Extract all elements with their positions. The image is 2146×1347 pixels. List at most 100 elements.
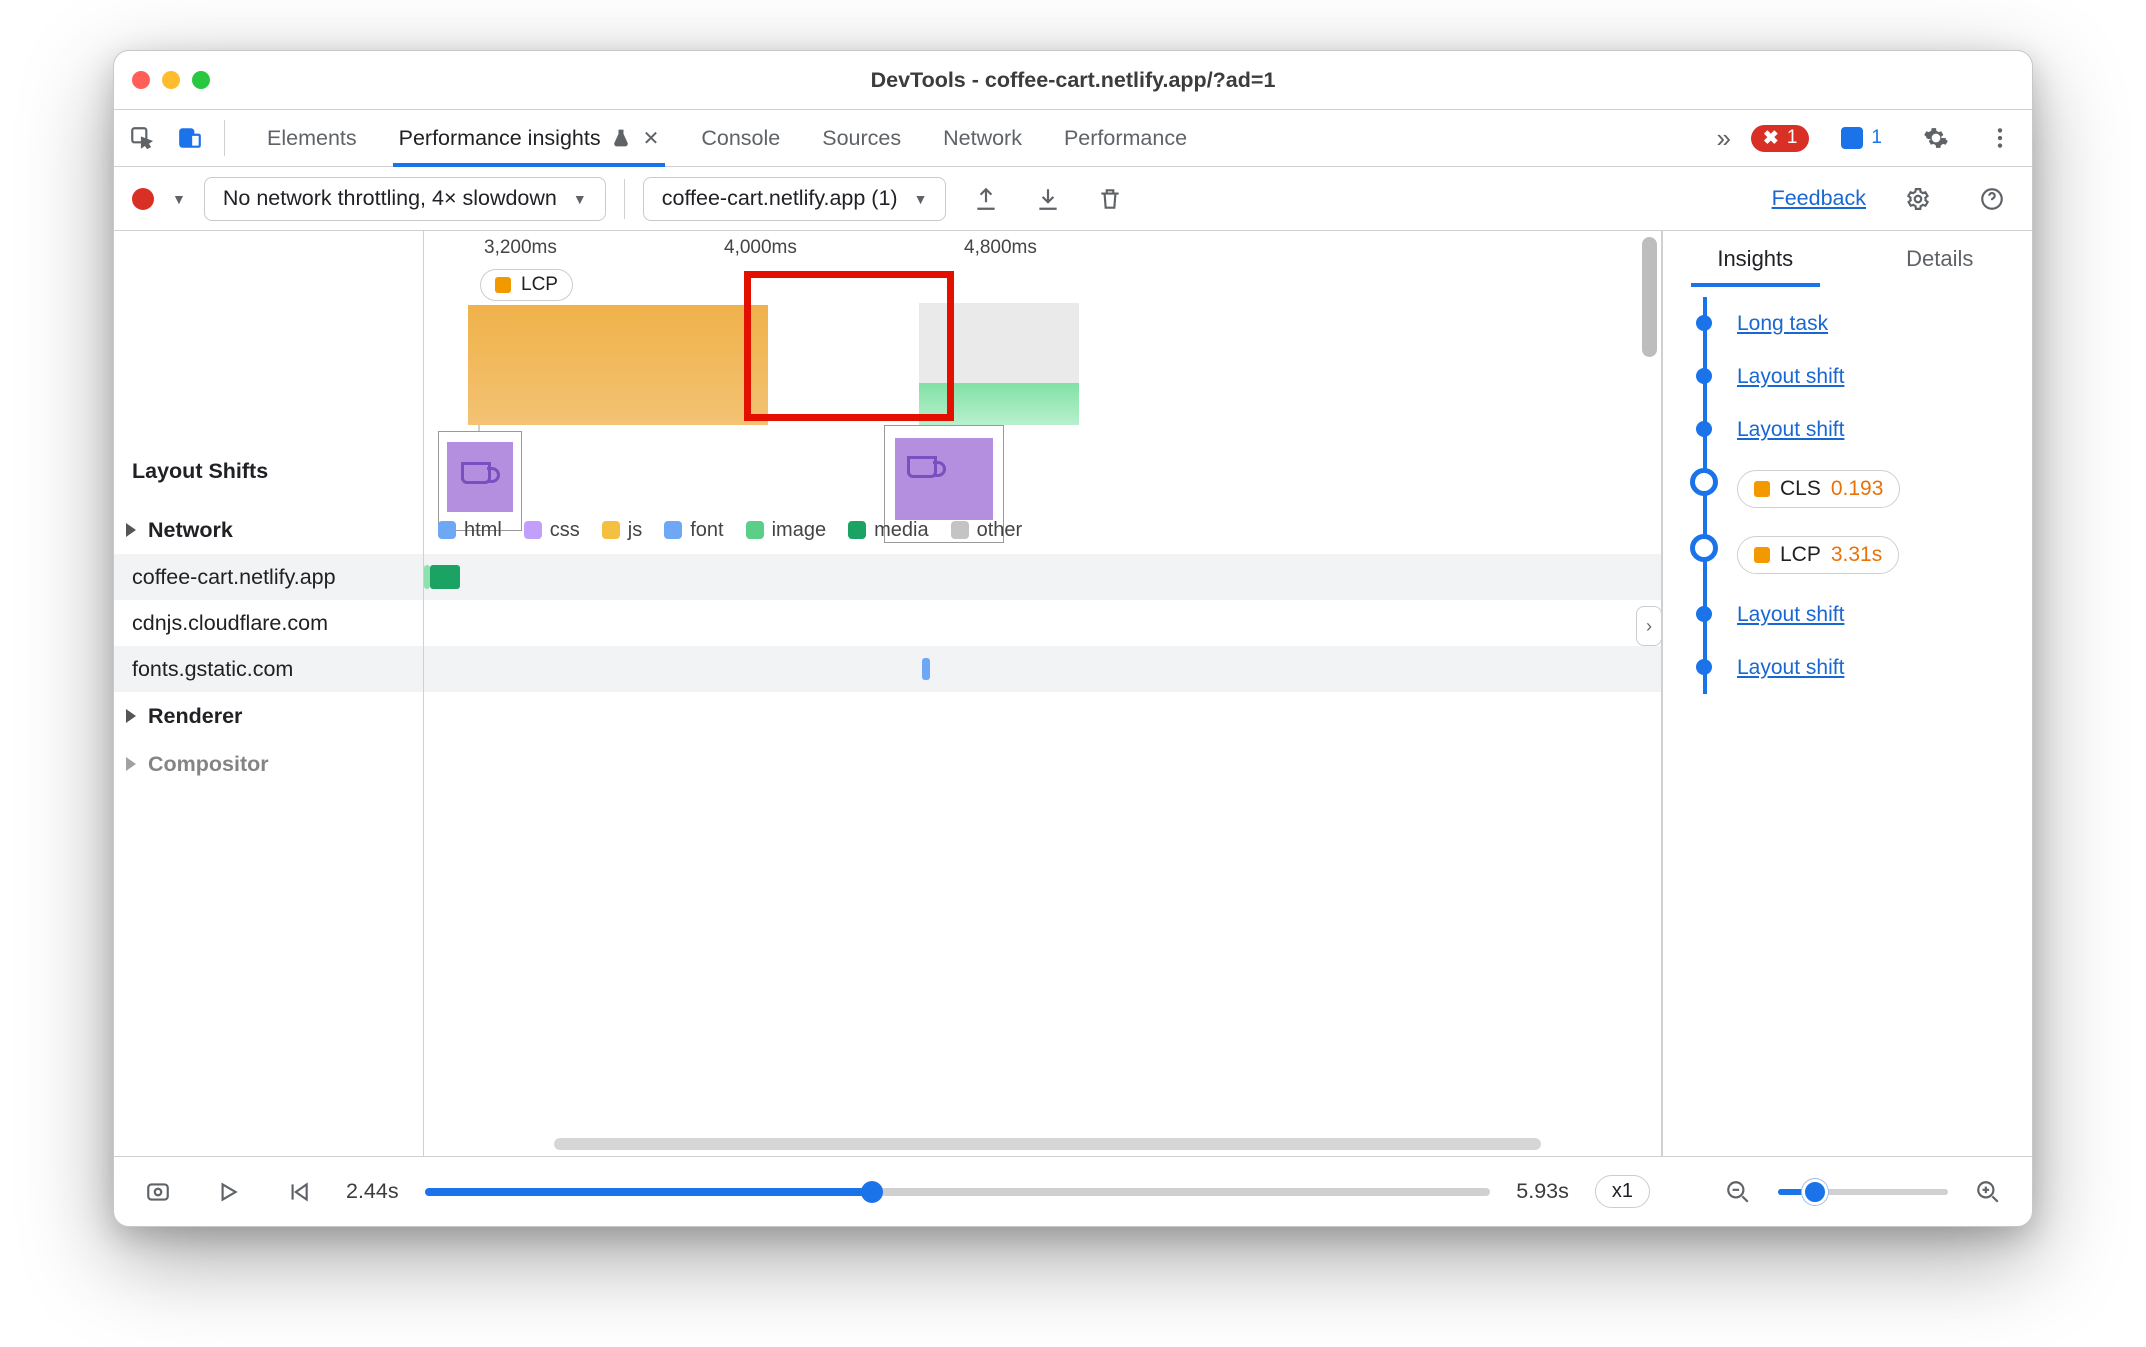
- errors-badge[interactable]: ✖1: [1751, 125, 1810, 152]
- legend-swatch: [524, 521, 542, 539]
- zoom-slider-thumb[interactable]: [1802, 1179, 1828, 1205]
- record-button[interactable]: [132, 188, 154, 210]
- track-names-column: Layout Shifts Network coffee-cart.netlif…: [114, 231, 424, 1156]
- tab-elements[interactable]: Elements: [267, 110, 357, 166]
- caret-down-icon: ▼: [914, 191, 928, 207]
- playback-speed[interactable]: x1: [1595, 1175, 1650, 1208]
- main-area: Layout Shifts Network coffee-cart.netlif…: [114, 231, 2032, 1156]
- insights-tabs: Insights Details: [1663, 231, 2032, 287]
- zoom-controls: [1716, 1170, 2010, 1214]
- minimize-window-button[interactable]: [162, 71, 180, 89]
- insight-item[interactable]: Layout shift: [1697, 403, 2014, 456]
- insight-link[interactable]: Long task: [1737, 312, 1828, 335]
- delete-icon[interactable]: [1088, 177, 1132, 221]
- network-request-row[interactable]: [424, 646, 1661, 692]
- window-titlebar: DevTools - coffee-cart.netlify.app/?ad=1: [114, 51, 2032, 109]
- insight-link[interactable]: Layout shift: [1737, 603, 1844, 626]
- lcp-color-swatch: [495, 277, 511, 293]
- throttle-select[interactable]: No network throttling, 4× slowdown ▼: [204, 177, 606, 221]
- network-request-row[interactable]: [424, 600, 1661, 646]
- tab-details[interactable]: Details: [1848, 231, 2033, 287]
- export-icon[interactable]: [964, 177, 1008, 221]
- zoom-slider[interactable]: [1778, 1189, 1948, 1195]
- help-icon[interactable]: [1970, 177, 2014, 221]
- close-window-button[interactable]: [132, 71, 150, 89]
- insight-link[interactable]: Layout shift: [1737, 656, 1844, 679]
- recording-value: coffee-cart.netlify.app (1): [662, 186, 898, 211]
- request-bar: [922, 658, 930, 680]
- network-host-row[interactable]: cdnjs.cloudflare.com: [114, 600, 423, 646]
- legend-swatch: [438, 521, 456, 539]
- legend-label: js: [628, 519, 642, 542]
- renderer-track-header[interactable]: Renderer: [114, 692, 423, 740]
- play-icon[interactable]: [206, 1170, 250, 1214]
- record-menu-caret-icon[interactable]: ▼: [172, 191, 186, 207]
- track-canvas[interactable]: 3,200ms 4,000ms 4,800ms LCP html: [424, 231, 1661, 1156]
- toggle-overlay-icon[interactable]: [136, 1170, 180, 1214]
- insight-item[interactable]: Layout shift: [1697, 588, 2014, 641]
- insight-item[interactable]: Long task: [1697, 297, 2014, 350]
- insight-metric-cls[interactable]: CLS 0.193: [1697, 456, 2014, 522]
- lcp-marker-pill[interactable]: LCP: [480, 269, 573, 301]
- more-tabs-icon[interactable]: »: [1716, 123, 1730, 154]
- horizontal-scrollbar[interactable]: [554, 1138, 1541, 1150]
- time-tick: 4,800ms: [964, 237, 1037, 259]
- messages-badge[interactable]: 1: [1829, 125, 1894, 151]
- slider-thumb[interactable]: [861, 1181, 883, 1203]
- kebab-menu-icon[interactable]: [1978, 116, 2022, 160]
- network-host-row[interactable]: coffee-cart.netlify.app: [114, 554, 423, 600]
- network-host-row[interactable]: fonts.gstatic.com: [114, 646, 423, 692]
- track-label: Compositor: [148, 752, 269, 777]
- throttle-value: No network throttling, 4× slowdown: [223, 186, 557, 211]
- annotation-highlight-box: [744, 271, 954, 421]
- tab-sources[interactable]: Sources: [822, 110, 901, 166]
- tab-console[interactable]: Console: [701, 110, 780, 166]
- tab-network[interactable]: Network: [943, 110, 1022, 166]
- inspect-element-icon[interactable]: [120, 116, 164, 160]
- tab-performance-insights[interactable]: Performance insights ✕: [399, 110, 660, 166]
- device-toolbar-icon[interactable]: [168, 116, 212, 160]
- network-legend: html css js font image media other: [424, 506, 1661, 554]
- track-label: Network: [148, 518, 233, 543]
- time-range-slider[interactable]: [425, 1188, 1491, 1196]
- tab-label: Sources: [822, 126, 901, 151]
- insights-timeline[interactable]: Long task Layout shift Layout shift CLS …: [1663, 287, 2032, 1156]
- insight-metric-lcp[interactable]: LCP 3.31s: [1697, 522, 2014, 588]
- timeline-dot-icon: [1696, 606, 1712, 622]
- request-tail: [424, 565, 430, 589]
- zoom-in-icon[interactable]: [1966, 1170, 2010, 1214]
- jump-to-start-icon[interactable]: [276, 1170, 320, 1214]
- settings-gear-icon[interactable]: [1914, 116, 1958, 160]
- compositor-track-header[interactable]: Compositor: [114, 740, 423, 788]
- insight-item[interactable]: Layout shift: [1697, 641, 2014, 694]
- time-tick: 3,200ms: [484, 237, 557, 259]
- network-track-header[interactable]: Network: [114, 506, 423, 554]
- insights-toolbar: ▼ No network throttling, 4× slowdown ▼ c…: [114, 167, 2032, 231]
- timeline-ring-icon: [1690, 468, 1718, 496]
- insight-link[interactable]: Layout shift: [1737, 365, 1844, 388]
- legend-swatch: [746, 521, 764, 539]
- close-tab-icon[interactable]: ✕: [643, 126, 660, 151]
- maximize-window-button[interactable]: [192, 71, 210, 89]
- legend-label: font: [690, 519, 723, 542]
- expand-triangle-icon: [126, 709, 136, 723]
- collapse-side-panel-button[interactable]: ›: [1636, 606, 1661, 646]
- import-icon[interactable]: [1026, 177, 1070, 221]
- feedback-link[interactable]: Feedback: [1772, 186, 1866, 211]
- metric-name: LCP: [1780, 543, 1821, 567]
- insight-item[interactable]: Layout shift: [1697, 350, 2014, 403]
- legend-swatch: [848, 521, 866, 539]
- tab-insights[interactable]: Insights: [1663, 231, 1848, 287]
- network-request-row[interactable]: [424, 554, 1661, 600]
- panel-settings-gear-icon[interactable]: [1896, 177, 1940, 221]
- recording-select[interactable]: coffee-cart.netlify.app (1) ▼: [643, 177, 947, 221]
- insight-link[interactable]: Layout shift: [1737, 418, 1844, 441]
- tab-performance[interactable]: Performance: [1064, 110, 1187, 166]
- divider: [224, 120, 225, 156]
- request-bar: [430, 565, 460, 589]
- devtools-window: DevTools - coffee-cart.netlify.app/?ad=1…: [113, 50, 2033, 1227]
- lcp-block[interactable]: [468, 305, 768, 425]
- zoom-out-icon[interactable]: [1716, 1170, 1760, 1214]
- devtools-tabs: Elements Performance insights ✕ Console …: [267, 110, 1187, 166]
- error-x-icon: ✖: [1763, 127, 1779, 150]
